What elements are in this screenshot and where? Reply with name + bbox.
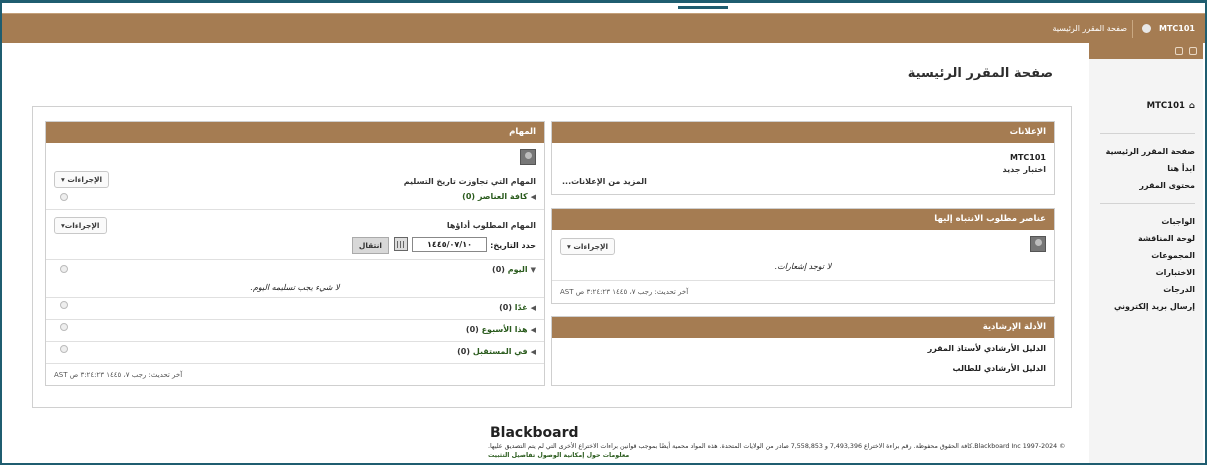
radio-button[interactable]	[60, 265, 68, 273]
menu-item-home[interactable]: صفحة المقرر الرئيسية	[1106, 143, 1195, 160]
footer-links[interactable]: معلومات حول إمكانية الوصول تفاصيل التثبي…	[488, 451, 1195, 460]
menu-item-assignments[interactable]: الواجبات	[1114, 213, 1195, 230]
all-items-row[interactable]: ◀كافة العناصر (0)	[462, 192, 536, 201]
caret-left-icon: ◀	[530, 304, 536, 312]
top-strip	[678, 6, 728, 9]
chevron-down-icon: ▾	[61, 175, 65, 184]
date-label: حدد التاريخ:	[490, 241, 536, 250]
more-announcements-link[interactable]: المزيد من الإعلانات...	[562, 177, 647, 186]
calendar-icon[interactable]	[394, 237, 408, 251]
today-count: (0)	[492, 265, 505, 274]
week-label: هذا الأسبوع	[481, 325, 528, 334]
today-row[interactable]: ▼اليوم (0)	[492, 265, 536, 274]
future-row[interactable]: ◀في المستقبل (0)	[457, 347, 536, 356]
empty-message: لا توجد إشعارات.	[774, 262, 832, 271]
copyright-text: © 1997-2024 Blackboard Inc.كافة الحقوق م…	[488, 443, 1066, 450]
nav-group-1: صفحة المقرر الرئيسية ابدأ هنا محتوى المق…	[1106, 143, 1195, 194]
today-empty-message: لا شيء يجب تسليمه اليوم.	[250, 283, 340, 292]
divider	[46, 363, 544, 364]
folder-view-icon[interactable]	[1175, 47, 1183, 55]
tasks-module: المهام المهام التي تجاوزت تاريخ التسليم …	[45, 121, 545, 386]
due-label: المهام المطلوب أداؤها	[446, 221, 536, 230]
divider	[552, 280, 1054, 281]
menu-item-send-email[interactable]: إرسال بريد إلكتروني	[1114, 298, 1195, 315]
menu-toolbar	[1089, 43, 1203, 59]
week-count: (0)	[465, 325, 479, 334]
divider	[1132, 20, 1133, 38]
date-input[interactable]: ١٤٤٥/٠٧/١٠	[412, 237, 487, 252]
caret-left-icon: ◀	[530, 348, 536, 356]
divider	[1100, 133, 1195, 134]
divider	[46, 209, 544, 210]
module-header: عناصر مطلوب الانتباه إليها	[552, 209, 1054, 230]
module-header: المهام	[46, 122, 544, 143]
menu-item-discussion-board[interactable]: لوحة المناقشة	[1114, 230, 1195, 247]
tomorrow-row[interactable]: ◀غدًا (0)	[499, 303, 536, 312]
course-menu: ⌂ MTC101 صفحة المقرر الرئيسية ابدأ هنا م…	[1089, 43, 1203, 463]
tomorrow-count: (0)	[499, 303, 512, 312]
course-menu-title-label: MTC101	[1146, 101, 1185, 111]
divider	[46, 259, 544, 260]
course-top-bar: MTC101 صفحة المقرر الرئيسية	[2, 13, 1205, 43]
actions-label: الإجراءات	[64, 221, 100, 230]
overdue-label: المهام التي تجاوزت تاريخ التسليم	[403, 177, 536, 186]
announcement-item[interactable]: اختبار جديد	[1003, 165, 1046, 174]
actions-button[interactable]: الإجراءات▾	[54, 217, 107, 234]
content-area: الإعلانات MTC101 اختبار جديد المزيد من ا…	[32, 106, 1072, 408]
radio-button[interactable]	[60, 345, 68, 353]
this-week-row[interactable]: ◀هذا الأسبوع (0)	[466, 325, 536, 334]
divider	[46, 297, 544, 298]
today-label: اليوم	[507, 265, 528, 274]
course-menu-title[interactable]: ⌂ MTC101	[1147, 101, 1195, 111]
actions-label: الإجراءات	[67, 175, 103, 184]
needs-attention-module: عناصر مطلوب الانتباه إليها الإجراءات ▾ ل…	[551, 208, 1055, 304]
actions-button[interactable]: الإجراءات ▾	[54, 171, 110, 188]
caret-down-icon: ▼	[530, 266, 536, 274]
blackboard-logo: Blackboard	[490, 425, 579, 441]
nav-group-2: الواجبات لوحة المناقشة المجموعات الاختبا…	[1114, 213, 1195, 315]
course-code-link[interactable]: MTC101	[1159, 24, 1195, 33]
avatar	[520, 149, 536, 165]
caret-left-icon: ◀	[530, 193, 536, 201]
future-count: (0)	[457, 347, 471, 356]
module-header: الإعلانات	[552, 122, 1054, 143]
status-dot-icon	[1142, 24, 1151, 33]
guide-link-student[interactable]: الدليل الأرشادي للطالب	[953, 364, 1047, 373]
module-header: الأدلة الإرشادية	[552, 317, 1054, 338]
divider	[1100, 203, 1195, 204]
browser-frame: MTC101 صفحة المقرر الرئيسية ⌂ MTC101 صفح…	[0, 0, 1207, 465]
menu-item-start-here[interactable]: ابدأ هنا	[1106, 160, 1195, 177]
go-button[interactable]: انتقال	[351, 237, 389, 254]
announcement-course: MTC101	[1010, 153, 1046, 162]
chevron-down-icon: ▾	[567, 242, 571, 251]
divider	[46, 341, 544, 342]
all-items-label: كافة العناصر (0)	[462, 192, 528, 201]
last-updated: آخر تحديث: رجب ٧، ١٤٤٥ ٣:٢٤:٢٣ ص AST	[54, 371, 183, 379]
menu-item-content[interactable]: محتوى المقرر	[1106, 177, 1195, 194]
menu-item-groups[interactable]: المجموعات	[1114, 247, 1195, 264]
tomorrow-label: غدًا	[514, 303, 528, 312]
guide-link-instructor[interactable]: الدليل الأرشادي لأستاذ المقرر	[928, 344, 1046, 353]
page-title: صفحة المقرر الرئيسية	[907, 66, 1053, 81]
last-updated: آخر تحديث: رجب ٧، ١٤٤٥ ٣:٢٤:٢٣ ص AST	[560, 288, 689, 296]
home-icon: ⌂	[1188, 101, 1195, 111]
guides-module: الأدلة الإرشادية الدليل الأرشادي لأستاذ …	[551, 316, 1055, 386]
actions-label: الإجراءات	[573, 242, 609, 251]
refresh-icon[interactable]	[1189, 47, 1197, 55]
radio-button[interactable]	[60, 301, 68, 309]
actions-button[interactable]: الإجراءات ▾	[560, 238, 616, 255]
breadcrumb-home-link[interactable]: صفحة المقرر الرئيسية	[1052, 24, 1127, 33]
future-label: في المستقبل	[472, 347, 528, 356]
menu-item-grades[interactable]: الدرجات	[1114, 281, 1195, 298]
divider	[46, 319, 544, 320]
radio-button[interactable]	[60, 323, 68, 331]
radio-button[interactable]	[60, 193, 68, 201]
menu-item-tests[interactable]: الاختبارات	[1114, 264, 1195, 281]
caret-left-icon: ◀	[530, 326, 536, 334]
avatar	[1030, 236, 1046, 252]
footer-text: © 1997-2024 Blackboard Inc.كافة الحقوق م…	[488, 442, 1195, 460]
announcements-module: الإعلانات MTC101 اختبار جديد المزيد من ا…	[551, 121, 1055, 195]
